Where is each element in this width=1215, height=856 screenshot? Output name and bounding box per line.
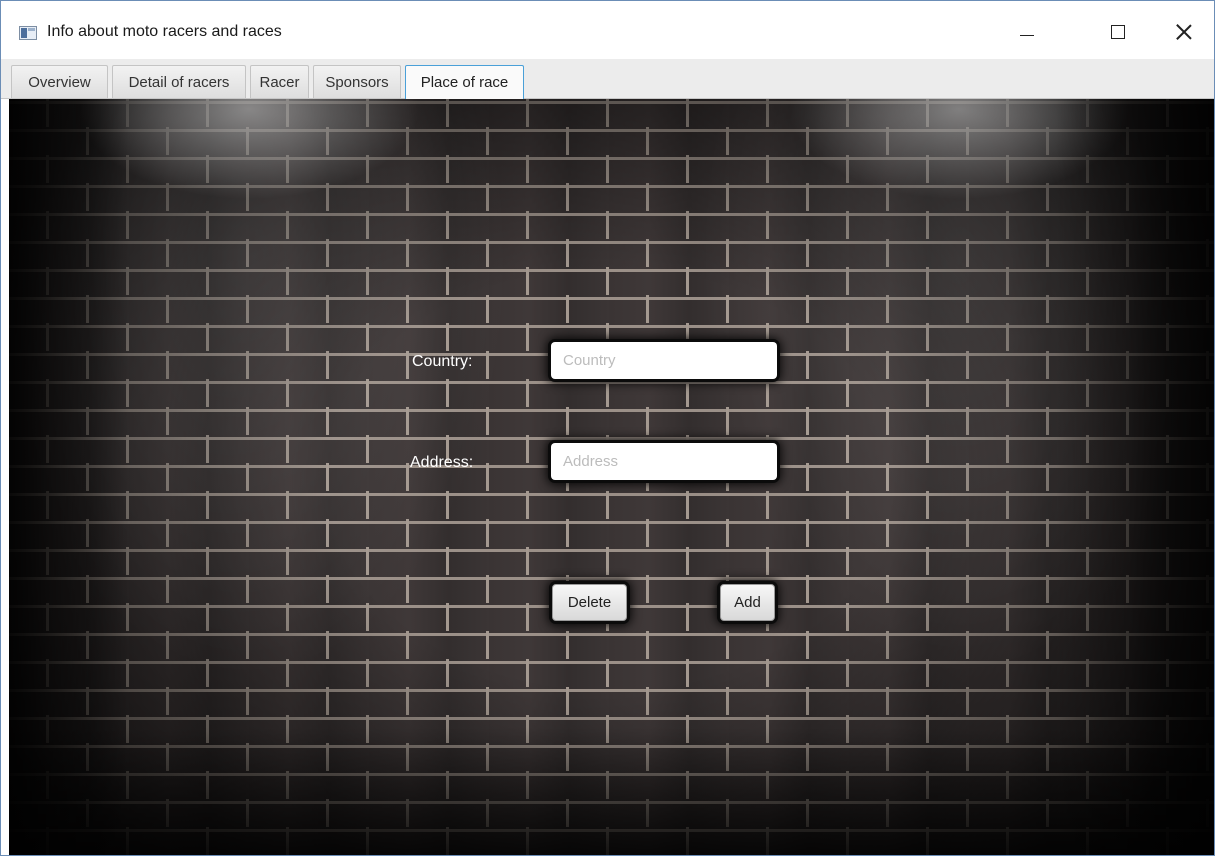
- maximize-button[interactable]: [1095, 13, 1141, 51]
- maximize-icon: [1111, 25, 1125, 39]
- tab-overview[interactable]: Overview: [11, 65, 108, 98]
- app-window-icon: [19, 26, 37, 40]
- close-icon: [1176, 24, 1192, 40]
- minimize-button[interactable]: [1004, 13, 1050, 51]
- country-input[interactable]: [551, 342, 777, 379]
- tab-place-of-race[interactable]: Place of race: [405, 65, 524, 99]
- tab-sponsors[interactable]: Sponsors: [313, 65, 401, 98]
- brick-wall-panel: Country: Address: Delete Add: [9, 99, 1214, 855]
- close-button[interactable]: [1161, 13, 1207, 51]
- address-input[interactable]: [551, 443, 777, 480]
- app-window: Info about moto racers and races Overvie…: [0, 0, 1215, 856]
- add-button[interactable]: Add: [720, 584, 775, 621]
- title-bar[interactable]: Info about moto racers and races: [1, 1, 1214, 59]
- delete-button[interactable]: Delete: [552, 584, 627, 621]
- tab-bar: Overview Detail of racers Racer Sponsors…: [1, 59, 1214, 99]
- tab-racer[interactable]: Racer: [250, 65, 309, 98]
- country-label: Country:: [412, 353, 473, 370]
- tab-detail-of-racers[interactable]: Detail of racers: [112, 65, 246, 98]
- window-title: Info about moto racers and races: [47, 23, 282, 40]
- address-label: Address:: [410, 454, 474, 471]
- minimize-icon: [1020, 34, 1034, 36]
